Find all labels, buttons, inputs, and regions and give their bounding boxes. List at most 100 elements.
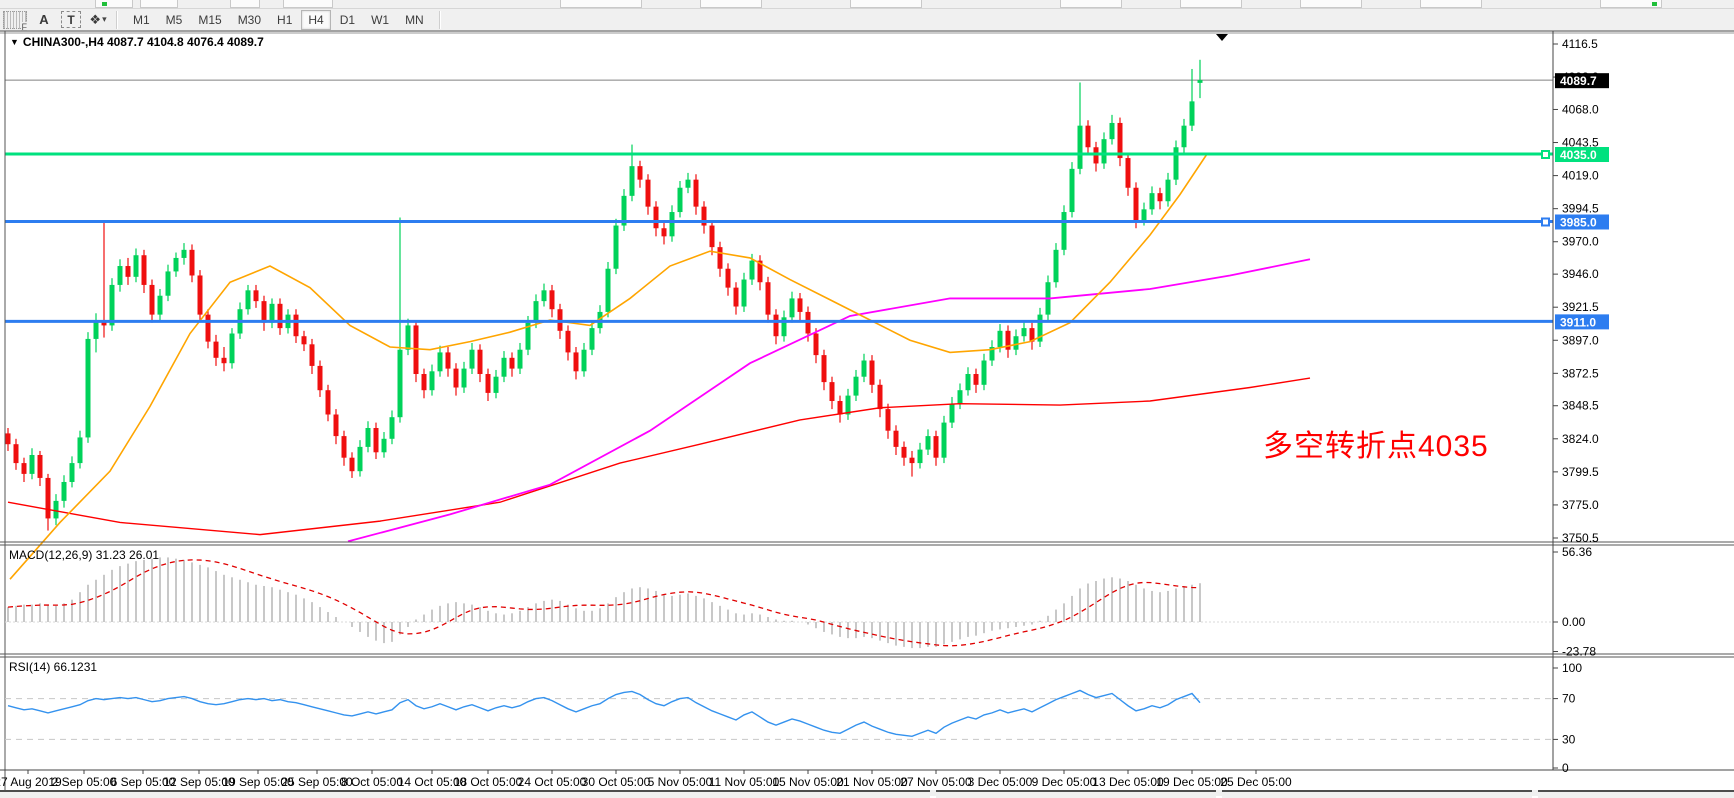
candle (958, 390, 963, 403)
chart-annotation-text[interactable]: 多空转折点4035 (1263, 421, 1489, 465)
candle (398, 350, 403, 417)
candle (150, 285, 155, 315)
candle (454, 369, 459, 388)
date-tick-label: 2 Sep 05:00 (52, 775, 117, 789)
candle (1014, 336, 1019, 349)
candle (950, 404, 955, 423)
candle (1150, 193, 1155, 209)
price-tick-label: 3994.5 (1562, 202, 1599, 216)
date-tick-label: 25 Dec 05:00 (1220, 775, 1292, 789)
candle (878, 385, 883, 409)
candle (774, 315, 779, 337)
candle (1126, 158, 1131, 188)
candle (742, 280, 747, 307)
candle (1022, 328, 1027, 336)
candle (254, 290, 259, 301)
candle (1182, 126, 1187, 148)
candle (422, 374, 427, 390)
date-tick-label: 24 Oct 05:00 (518, 775, 587, 789)
candle (974, 374, 979, 385)
candle (134, 255, 139, 277)
candle (446, 352, 451, 368)
line-handle[interactable] (1542, 218, 1549, 225)
candle (838, 401, 843, 414)
candle (942, 423, 947, 458)
macd-tick-label: 56.36 (1562, 545, 1592, 559)
candle (982, 361, 987, 385)
candle (1190, 101, 1195, 125)
candle (22, 463, 27, 474)
candle (142, 255, 147, 285)
candle (894, 431, 899, 447)
candle (494, 377, 499, 393)
candle (222, 358, 227, 363)
price-tick-label: 3921.5 (1562, 300, 1599, 314)
candle (166, 271, 171, 295)
date-tick-label: 9 Dec 05:00 (1032, 775, 1097, 789)
candle (406, 325, 411, 349)
candle (814, 334, 819, 356)
candle (966, 374, 971, 390)
chart-canvas[interactable]: 4116.54092.04068.04043.54019.03994.53970… (0, 0, 1734, 790)
date-tick-label: 19 Dec 05:00 (1156, 775, 1228, 789)
date-tick-label: 21 Nov 05:00 (836, 775, 908, 789)
price-tick-label: 3848.5 (1562, 399, 1599, 413)
candle (590, 328, 595, 350)
date-tick-label: 30 Oct 05:00 (582, 775, 651, 789)
symbol-dropdown-icon[interactable]: ▼ (10, 37, 19, 47)
rsi-tick-label: 70 (1562, 692, 1576, 706)
candle (478, 350, 483, 374)
candle (750, 261, 755, 280)
candle (294, 315, 299, 337)
candle (350, 458, 355, 471)
candle (870, 361, 875, 385)
chart-symbol-title[interactable]: ▼CHINA300-,H4 4087.7 4104.8 4076.4 4089.… (10, 35, 264, 49)
svg-text:3911.0: 3911.0 (1560, 315, 1596, 329)
status-pane (0, 790, 930, 798)
candle (246, 290, 251, 309)
candle (854, 377, 859, 396)
candle (710, 226, 715, 248)
candle (278, 304, 283, 328)
candle (126, 266, 131, 277)
candle (798, 298, 803, 311)
candle (614, 226, 619, 269)
svg-text:4089.7: 4089.7 (1560, 74, 1597, 88)
candle (1134, 188, 1139, 220)
candle (822, 355, 827, 382)
candle (230, 334, 235, 364)
line-handle[interactable] (1542, 151, 1549, 158)
date-tick-label: 15 Nov 05:00 (772, 775, 844, 789)
candle (662, 228, 667, 236)
candle (158, 296, 163, 315)
rsi-tick-label: 100 (1562, 661, 1582, 675)
date-tick-label: 5 Nov 05:00 (648, 775, 713, 789)
chart-background (0, 31, 1734, 770)
candle (510, 358, 515, 369)
candle (198, 275, 203, 314)
candle (1158, 193, 1163, 201)
candle (86, 339, 91, 438)
svg-text:4035.0: 4035.0 (1560, 148, 1597, 162)
price-tick-label: 3897.0 (1562, 333, 1599, 347)
date-tick-label: 18 Oct 05:00 (454, 775, 523, 789)
candle (934, 436, 939, 458)
price-tick-label: 3775.0 (1562, 498, 1599, 512)
macd-tick-label: -23.78 (1562, 645, 1596, 659)
candle (214, 342, 219, 358)
level-price-badge: 3911.0 (1555, 314, 1609, 329)
price-tick-label: 3750.5 (1562, 531, 1599, 545)
candle (470, 350, 475, 369)
price-tick-label: 4019.0 (1562, 169, 1599, 183)
candle (390, 417, 395, 439)
candle (326, 390, 331, 414)
level-price-badge: 4035.0 (1555, 147, 1609, 162)
date-axis: 27 Aug 20192 Sep 05:006 Sep 05:0012 Sep … (0, 770, 1292, 789)
candle (342, 436, 347, 458)
date-tick-label: 13 Dec 05:00 (1092, 775, 1164, 789)
candle (902, 447, 907, 458)
price-tick-label: 3799.5 (1562, 465, 1599, 479)
candle (1078, 126, 1083, 169)
candle (438, 352, 443, 371)
candle (734, 288, 739, 307)
